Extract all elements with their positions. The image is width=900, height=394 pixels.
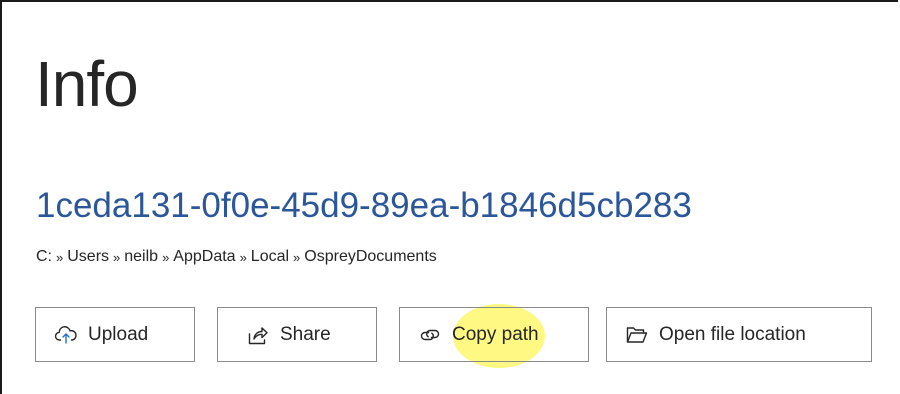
document-name: 1ceda131-0f0e-45d9-89ea-b1846d5cb283 — [36, 186, 692, 225]
share-icon — [246, 323, 270, 347]
copy-path-label: Copy path — [452, 323, 539, 345]
share-label: Share — [280, 323, 331, 345]
cloud-upload-icon — [54, 323, 78, 347]
breadcrumb: C: » Users » neilb » AppData » Local » O… — [36, 248, 437, 266]
breadcrumb-separator: » — [162, 249, 170, 265]
folder-open-icon — [625, 323, 649, 347]
breadcrumb-item: Users — [67, 248, 110, 265]
breadcrumb-item: AppData — [173, 248, 236, 265]
open-file-location-button[interactable]: Open file location — [606, 307, 872, 362]
link-icon — [418, 323, 442, 347]
breadcrumb-item: OspreyDocuments — [304, 248, 437, 265]
breadcrumb-item: neilb — [124, 248, 159, 265]
breadcrumb-item: C: — [36, 248, 52, 265]
upload-button[interactable]: Upload — [35, 307, 195, 362]
open-file-location-label: Open file location — [659, 323, 806, 345]
breadcrumb-separator: » — [56, 249, 64, 265]
breadcrumb-separator: » — [113, 249, 121, 265]
breadcrumb-separator: » — [293, 249, 301, 265]
breadcrumb-item: Local — [250, 248, 290, 265]
page-title: Info — [35, 48, 139, 120]
upload-label: Upload — [88, 323, 149, 345]
share-button[interactable]: Share — [217, 307, 377, 362]
copy-path-button[interactable]: Copy path — [399, 307, 589, 362]
breadcrumb-separator: » — [239, 249, 247, 265]
info-pane: Info 1ceda131-0f0e-45d9-89ea-b1846d5cb28… — [0, 0, 898, 394]
